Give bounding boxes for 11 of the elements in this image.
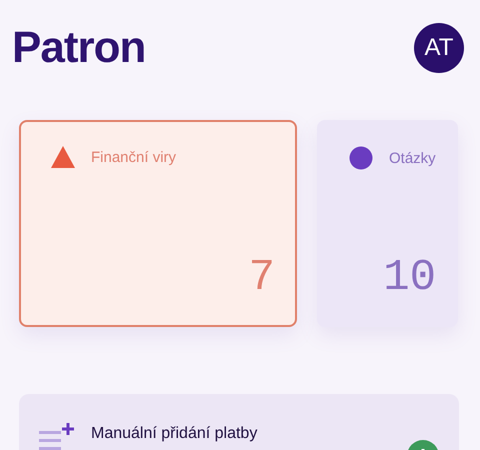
list-add-icon: [39, 421, 75, 450]
app-title: Patron: [12, 22, 146, 72]
avatar[interactable]: AT: [414, 22, 464, 72]
card-label: Finanční viry: [91, 148, 176, 166]
warning-triangle-icon: [51, 146, 75, 168]
card-count: 10: [383, 253, 436, 303]
action-label: Manuální přidání platby: [91, 425, 258, 443]
action-card[interactable]: Manuální přidání platby: [19, 394, 459, 450]
circle-icon: [349, 146, 373, 170]
card-count: 7: [248, 253, 275, 303]
card-label: Otázky: [389, 150, 436, 166]
